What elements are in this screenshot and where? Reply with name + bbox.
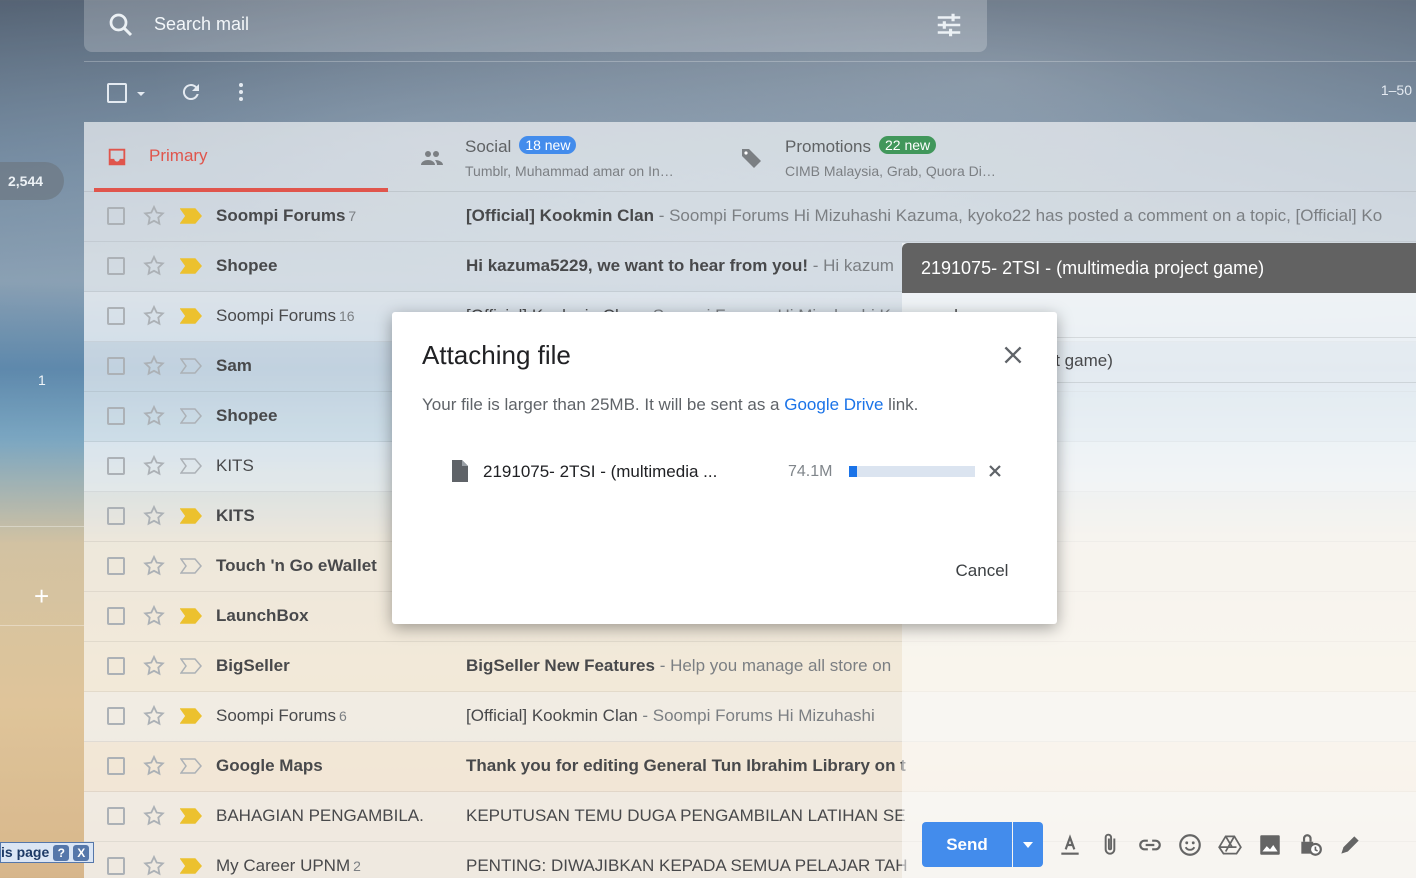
cancel-button[interactable]: Cancel: [932, 554, 1032, 588]
dialog-title: Attaching file: [422, 340, 571, 370]
dialog-message-suffix: link.: [883, 395, 919, 414]
google-drive-link[interactable]: Google Drive: [784, 395, 883, 414]
attachment-file-name: 2191075- 2TSI - (multimedia ...: [483, 462, 718, 481]
help-icon[interactable]: ?: [53, 845, 70, 861]
attaching-file-dialog: Attaching file Your file is larger than …: [392, 312, 1057, 624]
extension-toolbar: is page? X: [0, 842, 95, 863]
attachment-file-size: 74.1M: [788, 463, 833, 480]
file-icon: [452, 460, 468, 482]
extension-label[interactable]: is page: [1, 844, 49, 860]
upload-progress-bar: [849, 466, 975, 477]
dialog-message: Your file is larger than 25MB. It will b…: [422, 395, 918, 415]
upload-progress-fill: [849, 466, 857, 477]
remove-attachment-icon[interactable]: [988, 464, 1002, 478]
close-icon[interactable]: X: [73, 845, 90, 861]
dialog-message-text: Your file is larger than 25MB. It will b…: [422, 395, 785, 414]
close-icon[interactable]: [1000, 342, 1026, 368]
